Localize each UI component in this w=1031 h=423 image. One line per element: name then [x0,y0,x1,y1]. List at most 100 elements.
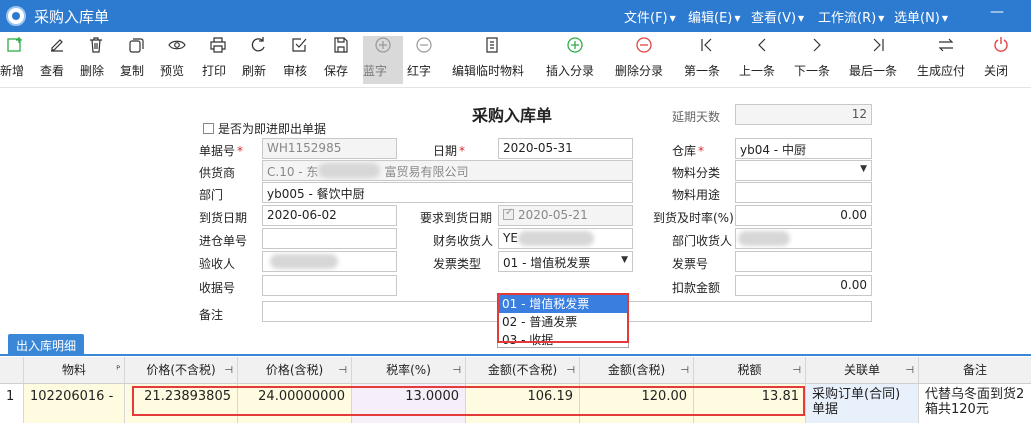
inbound-no-label: 进仓单号 [199,234,248,248]
highlight-box [497,293,629,343]
menu-view[interactable]: 查看(V) ▼ [751,7,804,26]
material-category-label: 物料分类 [672,166,721,180]
column-header[interactable]: 物料 ᴾ [24,357,125,383]
window-title: 采购入库单 [34,8,110,26]
ontime-rate-label: 到货及时率(%) [653,211,734,225]
last-record-button[interactable]: 最后一条 [849,36,907,84]
row-number-header [0,357,24,383]
warehouse-field[interactable]: yb04 - 中厨 [735,138,872,159]
column-header[interactable]: 价格(不含税) ⊣ [125,357,238,383]
copy-button[interactable]: 复制 [120,36,152,84]
minimize-button[interactable]: — [990,4,1004,20]
toolbar: 新增 查看 删除 复制 预览 打印 刷新 审核 保存 蓝字 红字 编辑临时物料 … [0,32,1031,88]
column-header[interactable]: 关联单 ⊣ [806,357,919,383]
invoice-no-label: 发票号 [672,257,709,271]
warehouse-label: 仓库 * [672,144,705,158]
material-category-select[interactable]: ▼ [735,160,872,181]
menu-edit[interactable]: 编辑(E) ▼ [688,7,741,26]
edit-temp-material-button[interactable]: 编辑临时物料 [452,36,532,84]
receipt-no-field[interactable] [262,275,397,296]
column-header[interactable]: 价格(含税) ⊣ [238,357,352,383]
row-number: 1 [0,384,24,423]
doc-no-field[interactable]: WH1152985 [262,138,397,159]
delay-days-label: 延期天数 [672,110,721,124]
power-icon [984,36,1018,58]
remark-cell[interactable]: 代替乌冬面到货2箱共120元 [919,384,1031,423]
delay-days-field[interactable]: 12 [735,104,872,125]
print-button[interactable]: 打印 [202,36,234,84]
finance-receiver-label: 财务收货人 [433,234,494,248]
caret-down-icon: ▼ [941,14,949,23]
menu-workflow[interactable]: 工作流(R) ▼ [818,7,884,26]
caret-down-icon: ▼ [798,14,805,23]
generate-payable-button[interactable]: 生成应付 [917,36,975,84]
caret-down-icon: ▼ [878,14,885,23]
receipt-no-label: 收据号 [199,281,236,295]
audit-button[interactable]: 审核 [283,36,315,84]
delete-button[interactable]: 删除 [80,36,112,84]
column-header[interactable]: 金额(不含税) ⊣ [466,357,580,383]
menu-file[interactable]: 文件(F) ▼ [624,7,676,26]
pin-icon[interactable]: ⊣ [452,357,461,383]
linked-doc-cell[interactable]: 采购订单(合同)单据 [806,384,919,423]
red-entry-button[interactable]: 红字 [407,36,441,84]
close-button[interactable]: 关闭 [984,36,1018,84]
instant-checkbox[interactable] [203,123,214,134]
next-record-button[interactable]: 下一条 [794,36,840,84]
last-icon [849,36,907,58]
eye-icon [160,36,194,58]
first-record-button[interactable]: 第一条 [684,36,730,84]
required-date-checkbox[interactable] [503,207,514,220]
invoice-type-select[interactable]: 01 - 增值税发票 ▼ [498,251,633,272]
first-icon [684,36,730,58]
required-arrival-date-label: 要求到货日期 [420,211,493,225]
pin-icon[interactable]: ⊣ [566,357,575,383]
insert-entry-button[interactable]: 插入分录 [546,36,604,84]
column-header[interactable]: 备注 [919,357,1031,383]
pin-icon[interactable]: ⊣ [224,357,233,383]
pin-icon[interactable]: ⊣ [338,357,347,383]
inspector-label: 验收人 [199,257,236,271]
material-use-field[interactable] [735,182,872,203]
dropdown-arrow-icon: ▼ [621,255,628,265]
menu-select[interactable]: 选单(N) ▼ [894,7,948,26]
pin-icon[interactable]: ⊣ [680,357,689,383]
material-cell[interactable]: 102206016 - [24,384,125,423]
caret-down-icon: ▼ [669,14,676,23]
edit-icon [40,36,74,58]
new-button[interactable]: 新增 [0,36,30,84]
redaction-blur [738,231,790,246]
column-header[interactable]: 金额(含税) ⊣ [580,357,694,383]
arrival-date-field[interactable]: 2020-06-02 [262,205,397,226]
prev-record-button[interactable]: 上一条 [739,36,785,84]
department-label: 部门 [199,188,224,202]
blue-entry-button[interactable]: 蓝字 [363,36,403,84]
preview-button[interactable]: 预览 [160,36,194,84]
pin-icon[interactable]: ᴾ [116,357,120,383]
column-header[interactable]: 税率(%) ⊣ [352,357,466,383]
ontime-rate-field[interactable]: 0.00 [735,205,872,226]
redaction-blur [318,163,380,178]
date-label: 日期 * [433,144,466,158]
minus-circle-icon [615,36,673,58]
redaction-blur [270,254,338,269]
invoice-no-field[interactable] [735,251,872,272]
pin-icon[interactable]: ⊣ [792,357,801,383]
required-arrival-date-field[interactable]: 2020-05-21 [498,205,633,226]
view-button[interactable]: 查看 [40,36,74,84]
inbound-no-field[interactable] [262,228,397,249]
department-field[interactable]: yb005 - 餐饮中厨 [262,182,633,203]
save-button[interactable]: 保存 [324,36,358,84]
column-header[interactable]: 税额 ⊣ [694,357,806,383]
tab-inout-detail[interactable]: 出入库明细 [8,334,85,356]
instant-checkbox-row[interactable]: 是否为即进即出单据 [203,120,326,137]
next-icon [794,36,840,58]
caret-down-icon: ▼ [734,14,741,23]
form-area: 采购入库单 是否为即进即出单据 延期天数 12 单据号 * WH1152985 日… [0,88,1031,328]
date-field[interactable]: 2020-05-31 [498,138,633,159]
refresh-button[interactable]: 刷新 [242,36,274,84]
copy-icon [120,36,152,58]
pin-icon[interactable]: ⊣ [905,357,914,383]
delete-entry-button[interactable]: 删除分录 [615,36,673,84]
deduction-field[interactable]: 0.00 [735,275,872,296]
